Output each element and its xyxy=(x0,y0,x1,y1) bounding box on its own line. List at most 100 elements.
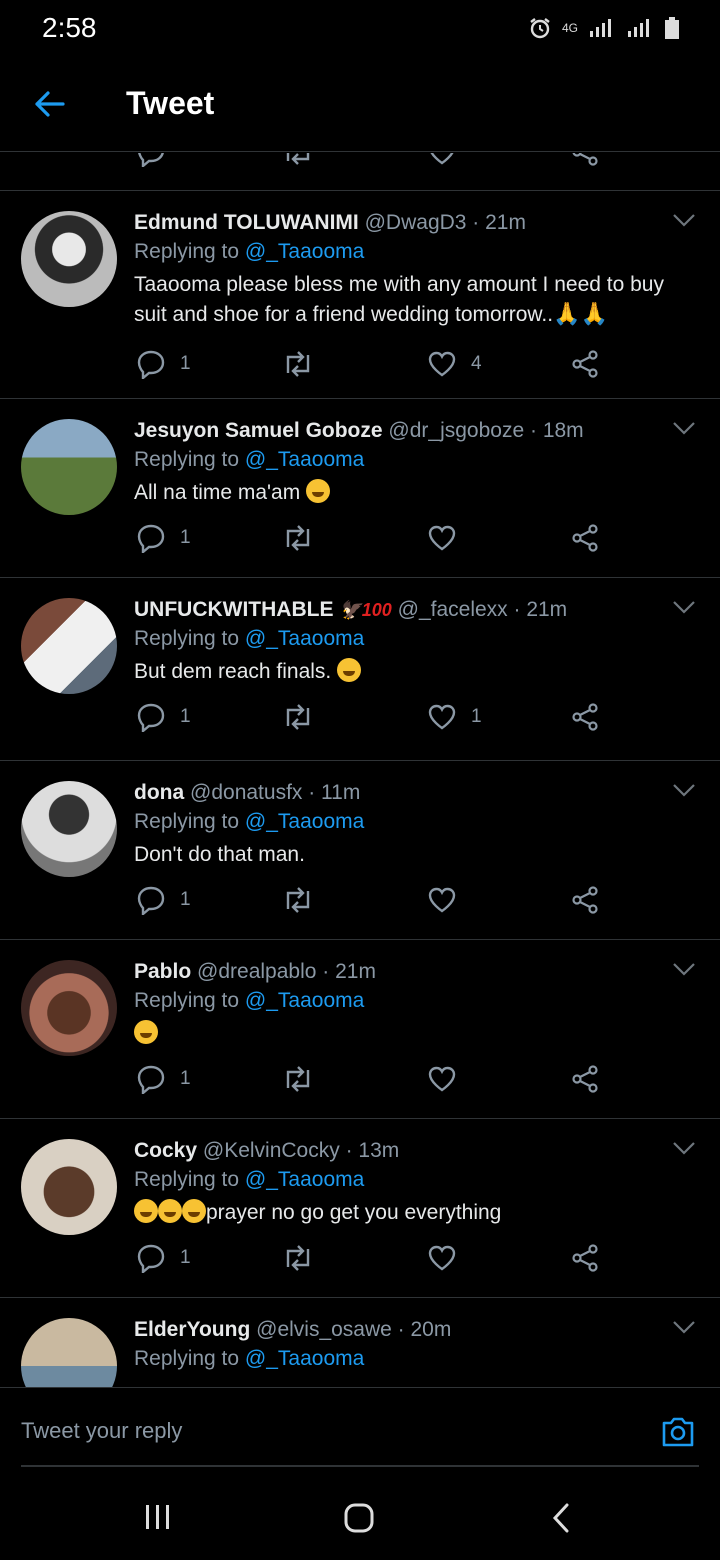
reply-input[interactable]: Tweet your reply xyxy=(21,1418,182,1444)
retweet-button[interactable] xyxy=(282,349,314,379)
reply-composer[interactable]: Tweet your reply xyxy=(0,1387,720,1467)
share-icon[interactable] xyxy=(571,153,601,167)
like-icon[interactable] xyxy=(427,153,457,167)
reply-tweet[interactable]: ElderYoung @elvis_osawe · 20m Replying t… xyxy=(0,1298,720,1387)
mention-link[interactable]: @_Taaooma xyxy=(245,448,364,471)
reply-icon xyxy=(137,1244,165,1273)
chevron-down-icon[interactable] xyxy=(672,1320,696,1334)
mention-link[interactable]: @_Taaooma xyxy=(245,1347,364,1370)
retweet-icon xyxy=(286,351,310,377)
author-name[interactable]: Pablo xyxy=(134,960,191,983)
like-button[interactable] xyxy=(427,885,471,915)
signal-icon-2 xyxy=(628,19,649,37)
reply-button[interactable]: 1 xyxy=(136,1064,191,1094)
reply-tweet[interactable]: Cocky @KelvinCocky · 13m Replying to @_T… xyxy=(0,1119,720,1298)
mention-link[interactable]: @_Taaooma xyxy=(245,989,364,1012)
home-icon[interactable] xyxy=(343,1502,375,1534)
like-button[interactable] xyxy=(427,1243,471,1273)
replies-list[interactable]: Edmund TOLUWANIMI @DwagD3 · 21m Replying… xyxy=(0,153,720,1387)
network-type: 4G xyxy=(561,21,578,35)
author-name[interactable]: Edmund TOLUWANIMI xyxy=(134,211,359,234)
author-name[interactable]: ElderYoung xyxy=(134,1318,250,1341)
like-button[interactable] xyxy=(427,523,471,553)
reply-tweet[interactable]: Jesuyon Samuel Goboze @dr_jsgoboze · 18m… xyxy=(0,399,720,578)
author-name[interactable]: UNFUCKWITHABLE xyxy=(134,598,333,621)
retweet-icon[interactable] xyxy=(282,153,314,167)
retweet-button[interactable] xyxy=(282,1064,314,1094)
like-button[interactable] xyxy=(427,1064,471,1094)
retweet-icon xyxy=(286,525,310,551)
reply-tweet[interactable]: Pablo @drealpablo · 21m Replying to @_Ta… xyxy=(0,940,720,1119)
grinning-emoji xyxy=(182,1199,206,1223)
back-button[interactable] xyxy=(0,56,98,152)
tweet-text: prayer no go get you everything xyxy=(206,1201,502,1224)
author-name[interactable]: dona xyxy=(134,781,184,804)
name-emoji: 🦅100 xyxy=(339,600,392,620)
share-button[interactable] xyxy=(571,1064,601,1094)
share-button[interactable] xyxy=(571,1243,601,1273)
chevron-down-icon[interactable] xyxy=(672,1141,696,1155)
chevron-down-icon[interactable] xyxy=(672,421,696,435)
back-arrow-icon xyxy=(35,90,65,117)
reply-tweet[interactable]: UNFUCKWITHABLE 🦅100 @_facelexx · 21m Rep… xyxy=(0,578,720,761)
chevron-down-icon[interactable] xyxy=(672,783,696,797)
reply-button[interactable]: 1 xyxy=(136,1243,191,1273)
status-bar: 2:58 4G xyxy=(0,0,720,56)
chevron-down-icon[interactable] xyxy=(672,962,696,976)
back-nav-icon[interactable] xyxy=(550,1502,572,1534)
recent-apps-icon[interactable] xyxy=(144,1502,172,1532)
avatar[interactable] xyxy=(21,211,117,307)
reply-button[interactable]: 1 xyxy=(136,702,191,732)
share-icon xyxy=(572,350,598,378)
share-button[interactable] xyxy=(571,523,601,553)
avatar[interactable] xyxy=(21,419,117,515)
author-handle: @drealpablo · 21m xyxy=(197,960,376,983)
retweet-button[interactable] xyxy=(282,702,314,732)
replying-to-label: Replying to xyxy=(134,240,245,263)
author-name[interactable]: Jesuyon Samuel Goboze xyxy=(134,419,383,442)
reply-tweet[interactable]: dona @donatusfx · 11m Replying to @_Taao… xyxy=(0,761,720,940)
reply-count: 1 xyxy=(180,889,191,910)
like-button[interactable]: 1 xyxy=(427,702,482,732)
mention-link[interactable]: @_Taaooma xyxy=(245,627,364,650)
like-count: 1 xyxy=(471,706,482,727)
like-icon xyxy=(428,1066,456,1092)
avatar[interactable] xyxy=(21,960,117,1056)
author-handle: @DwagD3 · 21m xyxy=(364,211,526,234)
avatar[interactable] xyxy=(21,598,117,694)
folded-hands-emoji: 🙏🙏 xyxy=(553,301,608,326)
chevron-down-icon[interactable] xyxy=(672,213,696,227)
reply-icon[interactable] xyxy=(136,153,166,167)
like-button[interactable]: 4 xyxy=(427,349,482,379)
share-icon xyxy=(572,886,598,914)
grinning-emoji xyxy=(134,1199,158,1223)
neutral-emoji xyxy=(337,658,362,682)
replying-to-label: Replying to xyxy=(134,1347,245,1370)
replying-to-label: Replying to xyxy=(134,810,245,833)
reply-tweet[interactable]: Edmund TOLUWANIMI @DwagD3 · 21m Replying… xyxy=(0,191,720,399)
avatar[interactable] xyxy=(21,1139,117,1235)
retweet-button[interactable] xyxy=(282,523,314,553)
mention-link[interactable]: @_Taaooma xyxy=(245,810,364,833)
mention-link[interactable]: @_Taaooma xyxy=(245,240,364,263)
mention-link[interactable]: @_Taaooma xyxy=(245,1168,364,1191)
reply-button[interactable]: 1 xyxy=(136,523,191,553)
share-button[interactable] xyxy=(571,349,601,379)
share-icon xyxy=(572,1244,598,1272)
retweet-button[interactable] xyxy=(282,1243,314,1273)
author-name[interactable]: Cocky xyxy=(134,1139,197,1162)
avatar[interactable] xyxy=(21,1318,117,1387)
reply-button[interactable]: 1 xyxy=(136,349,191,379)
share-button[interactable] xyxy=(571,702,601,732)
previous-tweet-actions xyxy=(0,153,720,191)
chevron-down-icon[interactable] xyxy=(672,600,696,614)
retweet-icon xyxy=(286,1245,310,1271)
camera-icon[interactable] xyxy=(660,1415,696,1449)
avatar[interactable] xyxy=(21,781,117,877)
retweet-button[interactable] xyxy=(282,885,314,915)
like-count: 4 xyxy=(471,353,482,374)
retweet-icon xyxy=(286,704,310,730)
replying-to-label: Replying to xyxy=(134,989,245,1012)
reply-button[interactable]: 1 xyxy=(136,885,191,915)
share-button[interactable] xyxy=(571,885,601,915)
